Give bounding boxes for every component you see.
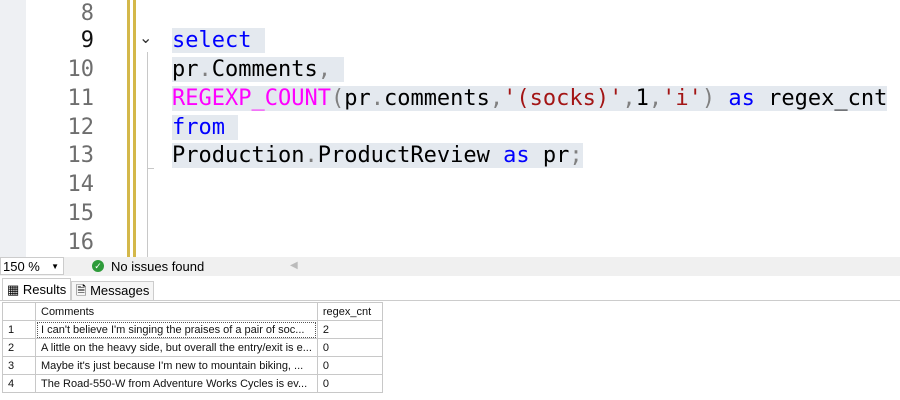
column-header-comments[interactable]: Comments xyxy=(35,302,318,321)
line-number: 14 xyxy=(67,172,95,197)
row-number[interactable]: 4 xyxy=(2,374,36,393)
tab-messages[interactable]: 🗎 Messages xyxy=(71,281,155,300)
editor-margin xyxy=(0,0,26,257)
fold-end xyxy=(147,168,154,169)
code-line-10: pr.Comments, xyxy=(172,55,345,84)
change-tracking-bar xyxy=(127,0,130,257)
zoom-dropdown[interactable]: 150 % ▼ xyxy=(0,257,64,275)
cell-comments[interactable]: Maybe it's just because I'm new to mount… xyxy=(35,356,318,375)
tab-results[interactable]: ▦ Results xyxy=(2,278,72,300)
line-number: 11 xyxy=(67,86,95,111)
dropdown-arrow-icon: ▼ xyxy=(51,262,59,271)
code-line-9: select xyxy=(172,26,265,55)
cell-regex-cnt[interactable]: 0 xyxy=(316,374,383,393)
tab-label: Messages xyxy=(90,283,150,298)
cell-comments[interactable]: I can't believe I'm singing the praises … xyxy=(35,320,318,339)
row-number[interactable]: 2 xyxy=(2,338,36,357)
check-circle-icon: ✓ xyxy=(92,260,104,272)
cell-regex-cnt[interactable]: 0 xyxy=(316,356,383,375)
collapse-chevron-icon[interactable]: ⌄ xyxy=(139,28,152,47)
corner-cell[interactable] xyxy=(2,302,36,321)
query-editor[interactable]: 8 9 10 11 12 13 14 15 16 ⌄ select pr.Com… xyxy=(0,0,900,257)
line-number: 12 xyxy=(67,115,95,140)
line-number: 16 xyxy=(67,230,95,255)
line-number: 15 xyxy=(67,201,95,226)
scroll-left-icon[interactable]: ◀ xyxy=(290,260,298,271)
grid-header: Comments regex_cnt xyxy=(2,302,383,321)
code-line-13: Production.ProductReview as pr; xyxy=(172,143,583,168)
row-number[interactable]: 1 xyxy=(2,320,36,339)
row-number[interactable]: 3 xyxy=(2,356,36,375)
issues-status[interactable]: No issues found xyxy=(111,259,204,274)
fold-line xyxy=(147,52,148,257)
results-tabs: ▦ Results 🗎 Messages xyxy=(0,278,900,301)
cell-comments[interactable]: The Road-550-W from Adventure Works Cycl… xyxy=(35,374,318,393)
table-row[interactable]: 3 Maybe it's just because I'm new to moun… xyxy=(2,356,383,375)
results-grid: Comments regex_cnt 1I can't believe I'm … xyxy=(2,302,383,393)
cell-regex-cnt[interactable]: 2 xyxy=(316,320,383,339)
cell-regex-cnt[interactable]: 0 xyxy=(316,338,383,357)
tab-label: Results xyxy=(22,282,67,297)
change-tracking-bar xyxy=(133,0,136,257)
cell-comments[interactable]: A little on the heavy side, but overall … xyxy=(35,338,318,357)
line-number: 13 xyxy=(67,143,95,168)
line-number: 9 xyxy=(80,28,94,53)
zoom-value: 150 % xyxy=(3,259,40,274)
line-number: 8 xyxy=(80,1,94,26)
column-header-regex-cnt[interactable]: regex_cnt xyxy=(316,302,383,321)
messages-icon: 🗎 xyxy=(76,283,87,298)
table-row[interactable]: 1I can't believe I'm singing the praises… xyxy=(2,320,383,339)
table-row[interactable]: 4 The Road-550-W from Adventure Works Cyc… xyxy=(2,374,383,393)
code-line-12: from xyxy=(172,113,239,142)
editor-status-bar: 150 % ▼ ✓ No issues found ◀ xyxy=(0,257,900,276)
grid-icon: ▦ xyxy=(7,282,20,297)
code-line-11: REGEXP_COUNT(pr.comments,'(socks)',1,'i'… xyxy=(172,86,888,111)
table-row[interactable]: 2A little on the heavy side, but overall… xyxy=(2,338,383,357)
line-number: 10 xyxy=(67,57,95,82)
